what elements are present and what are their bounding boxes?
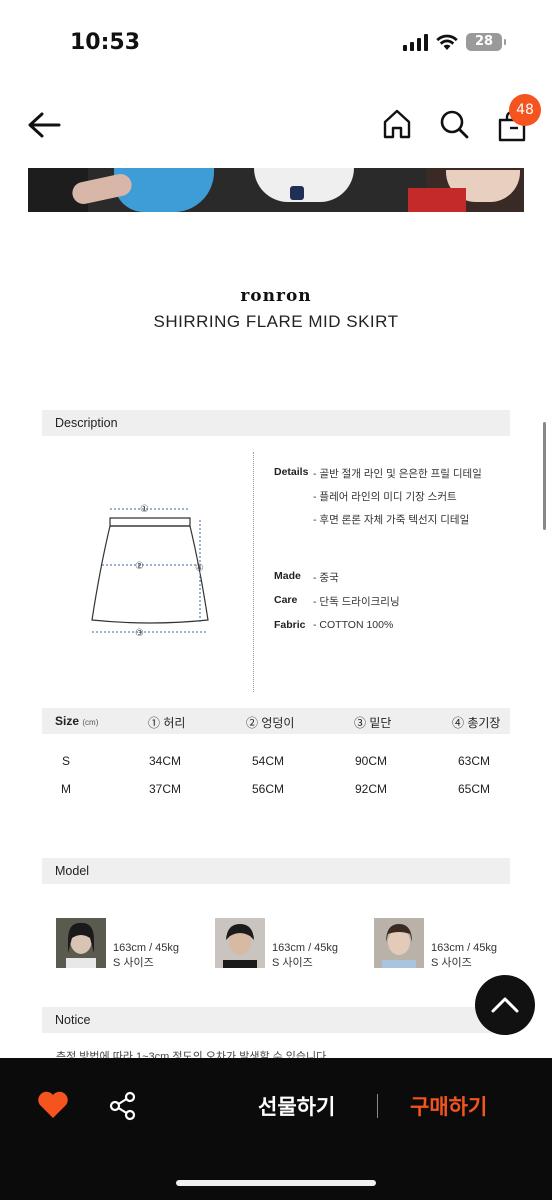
model-height-weight: 163cm / 45kg: [431, 942, 498, 954]
size-value: 63CM: [458, 754, 491, 768]
chevron-up-icon: [491, 997, 519, 1013]
model-card: 163cm / 45kg S 사이즈: [215, 918, 365, 972]
size-value: 37CM: [149, 782, 182, 796]
model-photo: [215, 918, 265, 968]
size-value: 56CM: [252, 782, 285, 796]
model-size: S 사이즈: [272, 957, 313, 969]
buy-button[interactable]: 구매하기: [410, 1091, 487, 1121]
battery-icon: 28: [466, 33, 506, 51]
cart-count-badge: 48: [509, 94, 541, 126]
model-info: 163cm / 45kg S 사이즈: [272, 941, 338, 971]
product-banner-image: [28, 168, 524, 212]
share-icon[interactable]: [108, 1091, 138, 1121]
brand-logo: ronron: [240, 286, 312, 306]
details-label: Details: [274, 466, 309, 478]
size-value: 34CM: [149, 754, 182, 768]
diagram-mark-2: ②: [135, 561, 144, 572]
back-arrow-icon[interactable]: [26, 110, 62, 140]
size-value: 54CM: [252, 754, 285, 768]
size-label: M: [61, 782, 71, 796]
care-label: Care: [274, 594, 298, 606]
size-row-s: S 34CM 54CM 90CM 63CM: [42, 754, 510, 774]
model-info: 163cm / 45kg S 사이즈: [113, 941, 179, 971]
detail-line: - 후면 론론 자체 가죽 텍선지 디테일: [313, 514, 470, 526]
description-header: Description: [42, 410, 510, 436]
status-indicators: 28: [403, 33, 506, 51]
model-card: 163cm / 45kg S 사이즈: [374, 918, 524, 972]
fabric-label: Fabric: [274, 619, 306, 631]
size-value: 65CM: [458, 782, 491, 796]
detail-line: - 골반 절개 라인 및 은은한 프릴 디테일: [313, 468, 482, 480]
detail-line: - 플레어 라인의 미디 기장 스커트: [313, 491, 457, 503]
diagram-mark-3: ③: [135, 628, 144, 639]
home-icon[interactable]: [382, 108, 412, 140]
status-time: 10:53: [70, 30, 141, 55]
model-height-weight: 163cm / 45kg: [113, 942, 180, 954]
model-height-weight: 163cm / 45kg: [272, 942, 339, 954]
notice-header: Notice: [42, 1007, 510, 1033]
heart-icon[interactable]: [36, 1090, 70, 1120]
model-card: 163cm / 45kg S 사이즈: [56, 918, 206, 972]
size-value: 90CM: [355, 754, 388, 768]
bottom-action-bar: 선물하기 구매하기: [0, 1058, 552, 1200]
diagram-mark-1: ①: [140, 504, 149, 515]
size-col-hip: ② 엉덩이: [246, 716, 295, 730]
size-col-waist: ① 허리: [148, 716, 186, 730]
made-value: - 중국: [313, 572, 339, 584]
size-row-m: M 37CM 56CM 92CM 65CM: [42, 782, 510, 802]
model-info: 163cm / 45kg S 사이즈: [431, 941, 497, 971]
made-label: Made: [274, 570, 301, 582]
product-name: SHIRRING FLARE MID SKIRT: [153, 312, 399, 331]
cellular-signal-icon: [403, 33, 428, 51]
fabric-value: - COTTON 100%: [313, 619, 394, 631]
details-values: - 골반 절개 라인 및 은은한 프릴 디테일 - 플레어 라인의 미디 기장 …: [313, 466, 482, 535]
description-divider: [253, 452, 254, 692]
size-title: Size (cm): [55, 714, 99, 728]
top-navigation: [0, 95, 552, 160]
care-value: - 단독 드라이크리닝: [313, 596, 400, 608]
skirt-size-diagram: ① ② ③ ④: [91, 504, 209, 639]
model-size: S 사이즈: [113, 957, 154, 969]
size-col-length: ④ 총기장: [452, 716, 501, 730]
size-label: S: [62, 754, 71, 768]
size-value: 92CM: [355, 782, 388, 796]
model-header: Model: [42, 858, 510, 884]
bar-divider: [377, 1094, 378, 1118]
size-table-header: Size (cm) ① 허리 ② 엉덩이 ③ 밑단 ④ 총기장: [42, 708, 510, 734]
status-bar: 10:53 28: [0, 0, 552, 90]
diagram-mark-4: ④: [195, 563, 204, 574]
model-size: S 사이즈: [431, 957, 472, 969]
scrollbar[interactable]: [543, 422, 546, 530]
search-icon[interactable]: [438, 108, 470, 140]
size-col-hem: ③ 밑단: [354, 716, 392, 730]
wifi-icon: [436, 34, 458, 50]
home-indicator: [176, 1180, 376, 1186]
scroll-to-top-button[interactable]: [475, 975, 535, 1035]
gift-button[interactable]: 선물하기: [258, 1091, 335, 1121]
model-photo: [56, 918, 106, 968]
model-photo: [374, 918, 424, 968]
